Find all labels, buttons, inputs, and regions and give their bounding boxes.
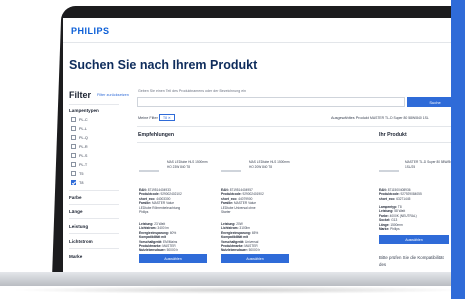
checkbox-label: T5 <box>79 171 84 176</box>
compatibility-note: Bitte prüfen Sie die Kompatibilität des <box>379 255 444 267</box>
section-divider <box>137 142 463 143</box>
select-button[interactable]: Auswählen <box>139 254 207 263</box>
page-title: Suchen Sie nach Ihrem Produkt <box>69 58 258 72</box>
product-name: MASTER TL-D Super 80 58W/840 1SL/25 <box>405 160 454 169</box>
active-filter-chip[interactable]: T8 ✕ <box>159 114 175 121</box>
product-image <box>139 170 159 172</box>
filter-divider <box>69 190 119 191</box>
product-image <box>221 170 241 172</box>
product-card: MAS LEDtube HLS 1500mm HO 23W 840 T8 EAN… <box>139 156 213 272</box>
checkbox[interactable] <box>71 171 76 176</box>
search-input[interactable] <box>137 97 405 107</box>
checkbox-label: PL-Q <box>79 135 88 140</box>
filter-section-laenge[interactable]: Länge <box>69 209 83 214</box>
filter-divider <box>69 218 119 219</box>
checkbox-label: T8 <box>79 180 84 185</box>
filter-option[interactable]: PL-C <box>71 117 88 122</box>
product-card: MAS LEDtube HLS 1500mm HO 20W 840 T8 EAN… <box>221 156 295 272</box>
product-name: MAS LEDtube HLS 1500mm HO 23W 840 T8 <box>167 160 208 169</box>
header-divider <box>63 42 463 43</box>
filter-divider <box>69 248 119 249</box>
selected-product-value: MASTER TL-D Super 80 58W/840 1SL <box>370 116 429 120</box>
product-spec: Nutzlebensdauer: 50000 h <box>221 248 261 253</box>
checkbox[interactable] <box>71 153 76 158</box>
product-image <box>379 170 399 172</box>
toolbar-divider <box>137 126 463 127</box>
filter-panel: Filter Filter zurücksetzen Lampentypen P… <box>69 90 129 272</box>
laptop-shadow <box>10 286 465 294</box>
filter-section-leistung[interactable]: Leistung <box>69 224 88 229</box>
checkbox-label: PL-T <box>79 162 88 167</box>
checkbox[interactable] <box>71 126 76 131</box>
product-spec: Philips <box>139 210 149 214</box>
filter-section-lampentypen[interactable]: Lampentypen <box>69 108 99 113</box>
checkbox-label: PL-L <box>79 126 88 131</box>
filter-option[interactable]: PL-S <box>71 153 87 158</box>
recommendations-title: Empfehlungen <box>138 132 175 138</box>
your-product-title: Ihr Produkt <box>379 132 407 138</box>
filter-divider <box>69 104 119 105</box>
filter-divider <box>69 204 119 205</box>
product-spec: Nutzlebensdauer: 50000 h <box>139 248 179 253</box>
checkbox-label: PL-R <box>79 144 88 149</box>
filter-section-farbe[interactable]: Farbe <box>69 195 82 200</box>
product-name: MAS LEDtube HLS 1500mm HO 20W 840 T8 <box>249 160 290 169</box>
search-label: Geben Sie einen Teil des Produktnamens o… <box>138 89 247 93</box>
filter-option[interactable]: PL-L <box>71 126 87 131</box>
filter-option[interactable]: PL-Q <box>71 135 88 140</box>
filter-option[interactable]: T8 <box>71 180 83 185</box>
filter-option[interactable]: T5 <box>71 171 83 176</box>
screen: PHILIPS Suchen Sie nach Ihrem Produkt Fi… <box>63 18 463 272</box>
filter-reset-link[interactable]: Filter zurücksetzen <box>97 93 129 97</box>
filter-divider <box>69 233 119 234</box>
filter-option[interactable]: PL-T <box>71 162 87 167</box>
my-filters-label: Meine Filter <box>138 116 158 120</box>
checkbox-label: PL-S <box>79 153 88 158</box>
filter-section-lichtstrom[interactable]: Lichtstrom <box>69 239 93 244</box>
product-spec: Starter <box>221 210 231 214</box>
checkbox-label: PL-C <box>79 117 88 122</box>
laptop-base <box>0 272 465 286</box>
checkbox[interactable] <box>71 135 76 140</box>
checkbox[interactable] <box>71 117 76 122</box>
blue-side-panel <box>451 0 465 299</box>
filter-option[interactable]: PL-R <box>71 144 88 149</box>
checkbox[interactable] <box>71 144 76 149</box>
selected-product-label: Ausgewähltes Produkt <box>331 116 369 120</box>
product-spec: short_eoc: 63271445 <box>379 196 411 201</box>
select-button[interactable]: Auswählen <box>379 235 449 244</box>
checkbox[interactable] <box>71 162 76 167</box>
filter-section-marke[interactable]: Marke <box>69 254 82 259</box>
laptop-mockup: PHILIPS Suchen Sie nach Ihrem Produkt Fi… <box>0 0 465 299</box>
select-button[interactable]: Auswählen <box>221 254 289 263</box>
product-spec: Marke: Philips <box>379 227 400 231</box>
philips-logo[interactable]: PHILIPS <box>71 26 110 36</box>
checkbox-checked[interactable] <box>71 180 76 185</box>
